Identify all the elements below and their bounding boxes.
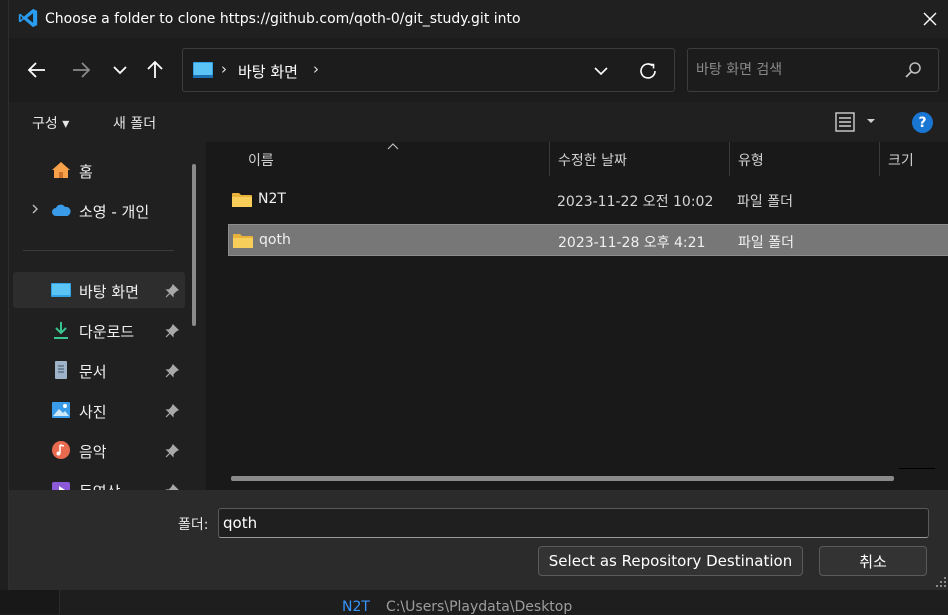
sort-ascending-icon	[387, 143, 399, 150]
sidebar-item-documents[interactable]: 문서	[13, 352, 185, 388]
pin-icon[interactable]	[165, 284, 179, 298]
desktop-icon	[193, 62, 213, 78]
background-editor: N2T C:\Users\Playdata\Desktop	[0, 590, 948, 615]
back-button[interactable]	[23, 56, 51, 84]
horizontal-scrollbar[interactable]	[231, 476, 894, 481]
navigation-bar: › 바탕 화면 ›	[9, 38, 948, 102]
recent-locations-button[interactable]	[106, 56, 134, 84]
search-input[interactable]	[696, 59, 896, 81]
folder-label: 폴더:	[178, 517, 209, 533]
sidebar-item-downloads[interactable]: 다운로드	[13, 312, 185, 348]
download-icon	[54, 322, 68, 339]
column-divider[interactable]	[549, 142, 550, 176]
vscode-icon	[18, 8, 38, 28]
background-item: N2T	[342, 599, 370, 615]
file-name: N2T	[258, 191, 286, 207]
sidebar-item-home[interactable]: 홈	[13, 152, 185, 188]
sidebar-divider	[23, 250, 174, 251]
search-icon	[905, 62, 921, 78]
sidebar-item-videos[interactable]: 동영상	[13, 472, 185, 490]
chevron-down-icon	[113, 66, 127, 75]
resize-grip-icon[interactable]	[935, 576, 947, 588]
sidebar-item-music[interactable]: 음악	[13, 432, 185, 468]
pin-icon[interactable]	[165, 404, 179, 418]
file-modified: 2023-11-28 오후 4:21	[558, 235, 706, 251]
scroll-corner	[899, 468, 935, 469]
new-folder-button[interactable]: 새 폴더	[113, 113, 156, 133]
sidebar-scrollbar[interactable]	[192, 164, 196, 326]
sidebar-item-label: 음악	[79, 443, 107, 461]
background-activity-bar	[0, 590, 60, 614]
arrow-left-icon	[27, 62, 45, 78]
window-title: Choose a folder to clone https://github.…	[45, 11, 521, 27]
folder-picker-dialog: Choose a folder to clone https://github.…	[8, 0, 948, 590]
sidebar-item-label: 동영상	[79, 481, 120, 490]
desktop-icon	[51, 283, 71, 297]
address-history-icon[interactable]	[591, 61, 611, 81]
up-button[interactable]	[141, 56, 169, 84]
breadcrumb-desktop[interactable]: 바탕 화면	[238, 61, 298, 82]
table-row[interactable]: N2T 2023-11-22 오전 10:02 파일 폴더	[228, 184, 948, 216]
pin-icon[interactable]	[165, 324, 179, 338]
sidebar-item-onedrive[interactable]: 소영 - 개인	[13, 192, 185, 228]
expand-chevron-icon[interactable]	[29, 203, 41, 215]
forward-button[interactable]	[67, 56, 95, 84]
background-path-text: C:\Users\Playdata\Desktop	[385, 599, 573, 615]
pin-icon[interactable]	[165, 364, 179, 378]
command-bar: 구성 ▾ 새 폴더 ?	[9, 102, 948, 142]
file-name: qoth	[259, 232, 291, 248]
close-icon	[923, 12, 937, 26]
sidebar-item-label: 문서	[79, 363, 107, 381]
address-separator-end[interactable]: ›	[313, 60, 319, 78]
file-type: 파일 폴더	[737, 194, 793, 210]
sidebar-item-pictures[interactable]: 사진	[13, 392, 185, 428]
title-bar: Choose a folder to clone https://github.…	[9, 0, 948, 38]
folder-icon	[232, 193, 252, 207]
sidebar-item-label: 사진	[79, 403, 107, 421]
column-header-name[interactable]: 이름	[248, 150, 274, 170]
details-view-icon[interactable]	[834, 111, 856, 133]
sidebar-item-label: 홈	[79, 163, 93, 181]
pictures-icon	[52, 402, 70, 418]
arrow-up-icon	[147, 60, 163, 78]
videos-icon	[52, 482, 70, 490]
column-divider[interactable]	[729, 142, 730, 176]
address-separator: ›	[221, 60, 227, 78]
documents-icon	[55, 361, 67, 379]
close-button[interactable]	[915, 4, 945, 34]
search-box[interactable]	[687, 48, 939, 92]
address-bar[interactable]: › 바탕 화면 ›	[182, 48, 675, 92]
pin-icon[interactable]	[165, 444, 179, 458]
file-modified: 2023-11-22 오전 10:02	[557, 194, 714, 210]
cancel-button[interactable]: 취소	[819, 546, 927, 576]
sidebar-item-label: 다운로드	[79, 323, 135, 341]
sidebar-item-desktop[interactable]: 바탕 화면	[13, 272, 185, 308]
folder-name-input[interactable]	[218, 508, 929, 538]
background-path: N2T C:\Users\Playdata\Desktop	[342, 599, 572, 615]
column-divider[interactable]	[879, 142, 880, 176]
select-destination-button[interactable]: Select as Repository Destination	[538, 546, 803, 576]
column-header-size[interactable]: 크기	[888, 150, 914, 170]
navigation-pane: 홈 소영 - 개인 바탕 화면 다운로드 문서 사진 음악	[9, 142, 205, 490]
sidebar-item-label: 바탕 화면	[79, 283, 139, 301]
file-list: 이름 수정한 날짜 유형 크기 N2T 2023-11-22 오전 10:02 …	[206, 142, 948, 490]
dialog-footer: 폴더: Select as Repository Destination 취소	[9, 490, 948, 590]
table-row-selected[interactable]: qoth 2023-11-28 오후 4:21 파일 폴더	[228, 224, 948, 256]
refresh-icon[interactable]	[637, 60, 659, 82]
sidebar-item-label: 소영 - 개인	[79, 203, 150, 221]
organize-menu[interactable]: 구성 ▾	[32, 113, 69, 133]
view-options-chevron-icon[interactable]	[864, 114, 878, 128]
music-icon	[52, 441, 70, 459]
arrow-right-icon	[73, 62, 91, 78]
column-header-type[interactable]: 유형	[738, 150, 764, 170]
file-type: 파일 폴더	[738, 235, 794, 251]
onedrive-cloud-icon	[52, 204, 71, 216]
folder-icon	[233, 234, 253, 248]
column-header-modified[interactable]: 수정한 날짜	[558, 150, 627, 170]
help-button[interactable]: ?	[912, 112, 933, 133]
home-icon	[52, 162, 70, 178]
